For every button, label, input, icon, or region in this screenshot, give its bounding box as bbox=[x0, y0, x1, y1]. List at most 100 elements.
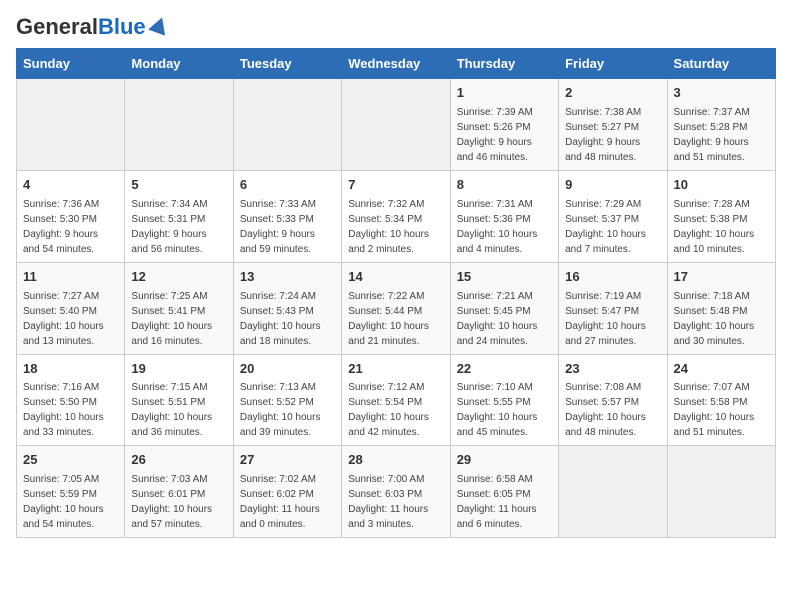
calendar-cell: 25Sunrise: 7:05 AMSunset: 5:59 PMDayligh… bbox=[17, 446, 125, 538]
weekday-header: Monday bbox=[125, 49, 233, 79]
day-info: Sunrise: 7:39 AMSunset: 5:26 PMDaylight:… bbox=[457, 105, 552, 165]
calendar-cell: 27 Sunrise: 7:02 AMSunset: 6:02 PMDayligh… bbox=[233, 446, 341, 538]
day-info: Sunrise: 7:25 AMSunset: 5:41 PMDaylight:… bbox=[131, 289, 226, 349]
day-info: Sunrise: 7:32 AMSunset: 5:34 PMDaylight:… bbox=[348, 197, 443, 257]
day-number: 21 bbox=[348, 360, 443, 379]
day-info: Sunrise: 7:22 AMSunset: 5:44 PMDaylight:… bbox=[348, 289, 443, 349]
calendar-table: SundayMondayTuesdayWednesdayThursdayFrid… bbox=[16, 48, 776, 538]
calendar-cell: 28 Sunrise: 7:00 AMSunset: 6:03 PMDayligh… bbox=[342, 446, 450, 538]
day-number: 22 bbox=[457, 360, 552, 379]
calendar-cell: 7 Sunrise: 7:32 AMSunset: 5:34 PMDaylight… bbox=[342, 170, 450, 262]
calendar-cell: 19Sunrise: 7:15 AMSunset: 5:51 PMDayligh… bbox=[125, 354, 233, 446]
day-info: Sunrise: 7:21 AMSunset: 5:45 PMDaylight:… bbox=[457, 289, 552, 349]
day-number: 2 bbox=[565, 84, 660, 103]
calendar-cell: 4 Sunrise: 7:36 AMSunset: 5:30 PMDaylight… bbox=[17, 170, 125, 262]
day-number: 15 bbox=[457, 268, 552, 287]
calendar-cell: 23Sunrise: 7:08 AMSunset: 5:57 PMDayligh… bbox=[559, 354, 667, 446]
day-info: Sunrise: 7:28 AMSunset: 5:38 PMDaylight:… bbox=[674, 197, 769, 257]
day-info: Sunrise: 7:03 AMSunset: 6:01 PMDaylight:… bbox=[131, 472, 226, 532]
day-info: Sunrise: 7:31 AMSunset: 5:36 PMDaylight:… bbox=[457, 197, 552, 257]
day-info: Sunrise: 7:24 AMSunset: 5:43 PMDaylight:… bbox=[240, 289, 335, 349]
day-number: 7 bbox=[348, 176, 443, 195]
calendar-cell: 24Sunrise: 7:07 AMSunset: 5:58 PMDayligh… bbox=[667, 354, 775, 446]
day-info: Sunrise: 7:27 AMSunset: 5:40 PMDaylight:… bbox=[23, 289, 118, 349]
day-info: Sunrise: 7:16 AMSunset: 5:50 PMDaylight:… bbox=[23, 380, 118, 440]
calendar-cell: 13 Sunrise: 7:24 AMSunset: 5:43 PMDayligh… bbox=[233, 262, 341, 354]
day-info: Sunrise: 7:19 AMSunset: 5:47 PMDaylight:… bbox=[565, 289, 660, 349]
day-info: Sunrise: 7:37 AMSunset: 5:28 PMDaylight:… bbox=[674, 105, 769, 165]
calendar-cell: 6 Sunrise: 7:33 AMSunset: 5:33 PMDaylight… bbox=[233, 170, 341, 262]
day-info: Sunrise: 7:29 AMSunset: 5:37 PMDaylight:… bbox=[565, 197, 660, 257]
calendar-cell bbox=[125, 79, 233, 171]
calendar-cell: 1Sunrise: 7:39 AMSunset: 5:26 PMDaylight… bbox=[450, 79, 558, 171]
weekday-header: Thursday bbox=[450, 49, 558, 79]
day-number: 3 bbox=[674, 84, 769, 103]
weekday-header: Tuesday bbox=[233, 49, 341, 79]
calendar-week-row: 25Sunrise: 7:05 AMSunset: 5:59 PMDayligh… bbox=[17, 446, 776, 538]
day-number: 6 bbox=[240, 176, 335, 195]
day-number: 13 bbox=[240, 268, 335, 287]
day-number: 14 bbox=[348, 268, 443, 287]
day-info: Sunrise: 7:18 AMSunset: 5:48 PMDaylight:… bbox=[674, 289, 769, 349]
day-number: 20 bbox=[240, 360, 335, 379]
weekday-header: Saturday bbox=[667, 49, 775, 79]
day-info: Sunrise: 7:12 AMSunset: 5:54 PMDaylight:… bbox=[348, 380, 443, 440]
calendar-cell: 14 Sunrise: 7:22 AMSunset: 5:44 PMDayligh… bbox=[342, 262, 450, 354]
day-number: 29 bbox=[457, 451, 552, 470]
calendar-week-row: 1Sunrise: 7:39 AMSunset: 5:26 PMDaylight… bbox=[17, 79, 776, 171]
day-info: Sunrise: 7:33 AMSunset: 5:33 PMDaylight:… bbox=[240, 197, 335, 257]
calendar-cell: 17 Sunrise: 7:18 AMSunset: 5:48 PMDayligh… bbox=[667, 262, 775, 354]
day-number: 18 bbox=[23, 360, 118, 379]
calendar-week-row: 11 Sunrise: 7:27 AMSunset: 5:40 PMDayligh… bbox=[17, 262, 776, 354]
calendar-cell: 10 Sunrise: 7:28 AMSunset: 5:38 PMDayligh… bbox=[667, 170, 775, 262]
day-number: 19 bbox=[131, 360, 226, 379]
calendar-cell: 8 Sunrise: 7:31 AMSunset: 5:36 PMDaylight… bbox=[450, 170, 558, 262]
calendar-cell: 9 Sunrise: 7:29 AMSunset: 5:37 PMDaylight… bbox=[559, 170, 667, 262]
logo: GeneralBlue bbox=[16, 16, 170, 38]
day-number: 16 bbox=[565, 268, 660, 287]
calendar-cell: 15 Sunrise: 7:21 AMSunset: 5:45 PMDayligh… bbox=[450, 262, 558, 354]
page-header: GeneralBlue bbox=[16, 16, 776, 38]
day-info: Sunrise: 7:02 AMSunset: 6:02 PMDaylight:… bbox=[240, 472, 335, 532]
day-info: Sunrise: 6:58 AMSunset: 6:05 PMDaylight:… bbox=[457, 472, 552, 532]
weekday-header: Wednesday bbox=[342, 49, 450, 79]
calendar-cell bbox=[17, 79, 125, 171]
calendar-cell: 21Sunrise: 7:12 AMSunset: 5:54 PMDayligh… bbox=[342, 354, 450, 446]
day-info: Sunrise: 7:15 AMSunset: 5:51 PMDaylight:… bbox=[131, 380, 226, 440]
day-number: 28 bbox=[348, 451, 443, 470]
day-number: 17 bbox=[674, 268, 769, 287]
day-number: 8 bbox=[457, 176, 552, 195]
calendar-cell: 2 Sunrise: 7:38 AMSunset: 5:27 PMDaylight… bbox=[559, 79, 667, 171]
day-number: 5 bbox=[131, 176, 226, 195]
day-info: Sunrise: 7:36 AMSunset: 5:30 PMDaylight:… bbox=[23, 197, 118, 257]
logo-icon bbox=[148, 15, 170, 37]
day-info: Sunrise: 7:07 AMSunset: 5:58 PMDaylight:… bbox=[674, 380, 769, 440]
calendar-cell bbox=[667, 446, 775, 538]
day-number: 11 bbox=[23, 268, 118, 287]
calendar-week-row: 18Sunrise: 7:16 AMSunset: 5:50 PMDayligh… bbox=[17, 354, 776, 446]
calendar-cell: 3 Sunrise: 7:37 AMSunset: 5:28 PMDaylight… bbox=[667, 79, 775, 171]
day-number: 4 bbox=[23, 176, 118, 195]
day-number: 27 bbox=[240, 451, 335, 470]
day-info: Sunrise: 7:13 AMSunset: 5:52 PMDaylight:… bbox=[240, 380, 335, 440]
weekday-header: Sunday bbox=[17, 49, 125, 79]
calendar-cell: 12 Sunrise: 7:25 AMSunset: 5:41 PMDayligh… bbox=[125, 262, 233, 354]
day-info: Sunrise: 7:34 AMSunset: 5:31 PMDaylight:… bbox=[131, 197, 226, 257]
day-number: 10 bbox=[674, 176, 769, 195]
day-info: Sunrise: 7:08 AMSunset: 5:57 PMDaylight:… bbox=[565, 380, 660, 440]
calendar-cell: 5 Sunrise: 7:34 AMSunset: 5:31 PMDaylight… bbox=[125, 170, 233, 262]
calendar-week-row: 4 Sunrise: 7:36 AMSunset: 5:30 PMDaylight… bbox=[17, 170, 776, 262]
calendar-cell bbox=[559, 446, 667, 538]
day-number: 24 bbox=[674, 360, 769, 379]
day-number: 12 bbox=[131, 268, 226, 287]
weekday-header: Friday bbox=[559, 49, 667, 79]
day-info: Sunrise: 7:00 AMSunset: 6:03 PMDaylight:… bbox=[348, 472, 443, 532]
day-number: 9 bbox=[565, 176, 660, 195]
day-number: 23 bbox=[565, 360, 660, 379]
logo-text: GeneralBlue bbox=[16, 16, 146, 38]
calendar-cell: 29 Sunrise: 6:58 AMSunset: 6:05 PMDayligh… bbox=[450, 446, 558, 538]
calendar-cell bbox=[233, 79, 341, 171]
day-number: 26 bbox=[131, 451, 226, 470]
calendar-cell: 20Sunrise: 7:13 AMSunset: 5:52 PMDayligh… bbox=[233, 354, 341, 446]
day-info: Sunrise: 7:38 AMSunset: 5:27 PMDaylight:… bbox=[565, 105, 660, 165]
